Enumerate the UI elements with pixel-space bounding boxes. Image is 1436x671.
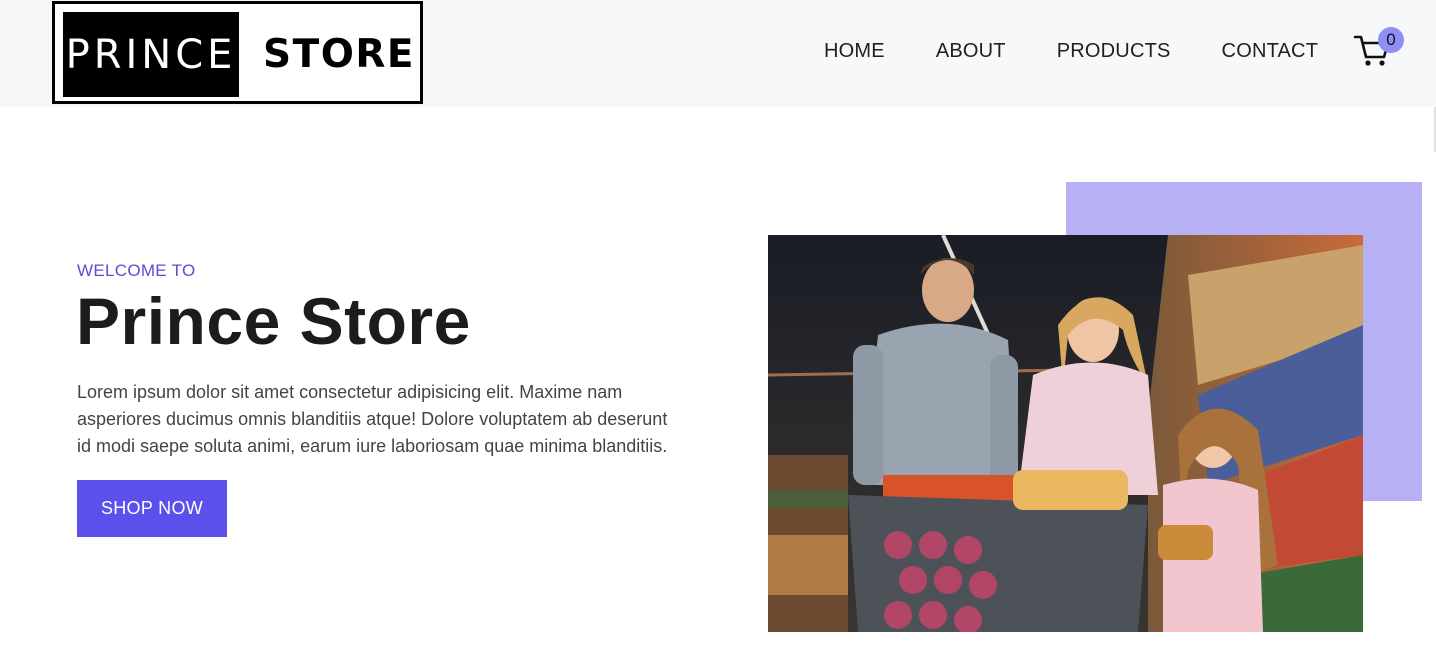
shop-now-button[interactable]: SHOP NOW <box>77 480 227 537</box>
logo-text-store: STORE <box>263 32 416 77</box>
nav-products-link[interactable]: PRODUCTS <box>1057 40 1171 63</box>
hero-eyebrow: WELCOME TO <box>77 261 196 280</box>
site-header: PRINCE STORE HOME ABOUT PRODUCTS CONTACT… <box>0 0 1436 107</box>
logo-text-prince: PRINCE <box>63 12 239 97</box>
cart-count-badge: 0 <box>1378 27 1404 53</box>
hero-description: Lorem ipsum dolor sit amet consectetur a… <box>77 382 668 456</box>
nav-home-link[interactable]: HOME <box>824 40 885 63</box>
store-logo[interactable]: PRINCE STORE <box>52 1 423 104</box>
main-nav: HOME ABOUT PRODUCTS CONTACT <box>824 40 1318 63</box>
nav-about-link[interactable]: ABOUT <box>936 40 1006 63</box>
nav-contact-link[interactable]: CONTACT <box>1222 40 1319 63</box>
hero-title: Prince Store <box>76 284 471 358</box>
hero-image <box>768 235 1363 632</box>
